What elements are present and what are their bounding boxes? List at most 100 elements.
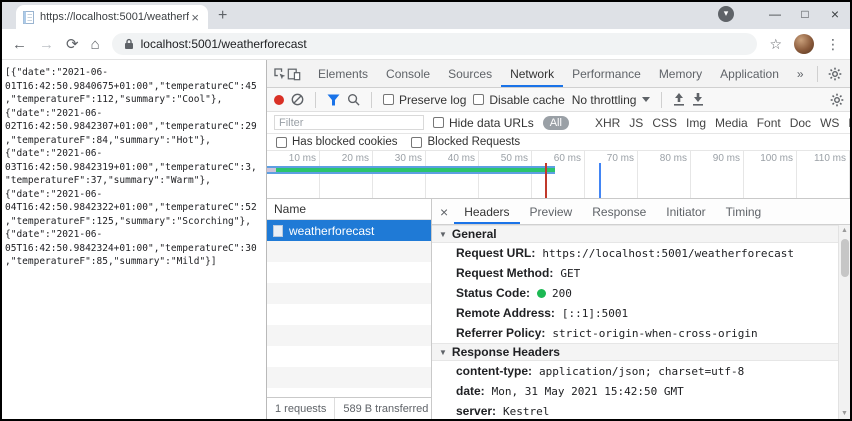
blocked-requests-checkbox[interactable]: Blocked Requests bbox=[411, 136, 520, 148]
tab-close-icon[interactable]: × bbox=[189, 10, 201, 25]
url-text: localhost:5001/weatherforecast bbox=[141, 37, 307, 51]
tab-application[interactable]: Application bbox=[711, 60, 788, 87]
request-rows: weatherforecast bbox=[267, 220, 431, 397]
hide-data-urls-checkbox[interactable]: Hide data URLs bbox=[433, 116, 534, 130]
address-bar[interactable]: localhost:5001/weatherforecast bbox=[112, 33, 758, 55]
general-section-header[interactable]: ▼ General bbox=[432, 225, 838, 243]
tab-timing[interactable]: Timing bbox=[716, 199, 772, 224]
tab-network[interactable]: Network bbox=[501, 60, 563, 87]
record-network-log-icon[interactable] bbox=[274, 95, 284, 105]
filter-type-css[interactable]: CSS bbox=[652, 116, 677, 130]
bookmark-star-icon[interactable]: ☆ bbox=[769, 36, 782, 53]
header-row-content-type: content-type: application/json; charset=… bbox=[432, 361, 838, 381]
filter-type-js[interactable]: JS bbox=[629, 116, 643, 130]
requests-count: 1 requests bbox=[267, 398, 335, 419]
network-status-bar: 1 requests 589 B transferred 49 bbox=[267, 397, 431, 419]
forward-icon[interactable]: → bbox=[39, 36, 54, 53]
network-settings-gear-icon[interactable] bbox=[830, 93, 844, 110]
chevron-down-icon bbox=[642, 97, 650, 102]
request-waterfall-bar bbox=[267, 166, 555, 174]
filter-input[interactable] bbox=[274, 115, 424, 130]
devtools-menu-icon[interactable]: ⋮ bbox=[848, 67, 852, 81]
browser-tab[interactable]: https://localhost:5001/weatherfo × bbox=[16, 5, 208, 29]
profile-avatar[interactable] bbox=[794, 34, 814, 54]
tab-preview[interactable]: Preview bbox=[520, 199, 583, 224]
header-row-request-method: Request Method: GET bbox=[432, 263, 838, 283]
devtools-settings-gear-icon[interactable] bbox=[824, 67, 846, 81]
checkbox-icon bbox=[433, 117, 444, 128]
timeline-tick: 50 ms bbox=[479, 151, 532, 198]
detail-scrollbar[interactable]: ▲ ▼ bbox=[838, 225, 850, 419]
import-har-icon[interactable] bbox=[673, 93, 685, 106]
filter-type-all[interactable]: All bbox=[543, 116, 569, 130]
search-icon[interactable] bbox=[347, 93, 360, 106]
timeline-tick: 10 ms bbox=[267, 151, 320, 198]
has-blocked-cookies-checkbox[interactable]: Has blocked cookies bbox=[276, 136, 397, 148]
filter-funnel-icon[interactable] bbox=[327, 94, 340, 106]
header-row-remote-address: Remote Address: [::1]:5001 bbox=[432, 303, 838, 323]
chrome-update-icon[interactable]: ▾ bbox=[718, 6, 734, 22]
lock-icon bbox=[124, 38, 134, 50]
timeline-tick: 100 ms bbox=[744, 151, 797, 198]
status-ok-dot-icon bbox=[537, 289, 546, 298]
name-column-header[interactable]: Name bbox=[267, 199, 431, 220]
close-button[interactable]: × bbox=[820, 6, 850, 22]
scroll-up-icon[interactable]: ▲ bbox=[841, 227, 848, 234]
header-row-date: date: Mon, 31 May 2021 15:42:50 GMT bbox=[432, 381, 838, 401]
filter-type-manifest[interactable]: Manifest bbox=[848, 116, 852, 130]
export-har-icon[interactable] bbox=[692, 93, 704, 106]
scrollbar-thumb[interactable] bbox=[841, 239, 849, 277]
checkbox-icon bbox=[411, 137, 422, 148]
request-list-panel: Name weatherforecast 1 requests 589 B tr… bbox=[267, 199, 432, 419]
transferred-size: 589 B transferred bbox=[335, 398, 431, 419]
filter-type-font[interactable]: Font bbox=[757, 116, 781, 130]
header-row-referrer-policy: Referrer Policy: strict-origin-when-cros… bbox=[432, 323, 838, 343]
tab-initiator[interactable]: Initiator bbox=[656, 199, 715, 224]
minimize-button[interactable]: — bbox=[760, 7, 790, 21]
devtools-panel: Elements Console Sources Network Perform… bbox=[267, 60, 850, 419]
request-row-weatherforecast[interactable]: weatherforecast bbox=[267, 220, 431, 241]
timeline-tick: 40 ms bbox=[426, 151, 479, 198]
checkbox-icon bbox=[383, 94, 394, 105]
response-headers-section-header[interactable]: ▼ Response Headers bbox=[432, 343, 838, 361]
json-response-text: [{"date":"2021-06- 01T16:42:50.9840675+0… bbox=[2, 60, 266, 269]
tab-response[interactable]: Response bbox=[582, 199, 656, 224]
filter-type-img[interactable]: Img bbox=[686, 116, 706, 130]
throttling-dropdown[interactable]: No throttling bbox=[572, 93, 651, 107]
new-tab-button[interactable]: + bbox=[218, 6, 227, 26]
network-overview-timeline[interactable]: 10 ms 20 ms 30 ms 40 ms 50 ms 60 ms 70 m… bbox=[267, 151, 850, 199]
tab-elements[interactable]: Elements bbox=[309, 60, 377, 87]
clear-network-log-icon[interactable] bbox=[291, 93, 304, 106]
inspect-element-icon[interactable] bbox=[273, 67, 287, 81]
header-row-server: server: Kestrel bbox=[432, 401, 838, 419]
tab-console[interactable]: Console bbox=[377, 60, 439, 87]
reload-icon[interactable]: ⟳ bbox=[66, 35, 79, 53]
back-icon[interactable]: ← bbox=[12, 36, 27, 53]
device-toolbar-icon[interactable] bbox=[287, 67, 301, 81]
close-detail-icon[interactable]: × bbox=[434, 204, 454, 220]
filter-type-media[interactable]: Media bbox=[715, 116, 748, 130]
filter-type-doc[interactable]: Doc bbox=[790, 116, 811, 130]
tab-sources[interactable]: Sources bbox=[439, 60, 501, 87]
disable-cache-checkbox[interactable]: Disable cache bbox=[473, 93, 564, 107]
filter-type-xhr[interactable]: XHR bbox=[595, 116, 620, 130]
tab-headers[interactable]: Headers bbox=[454, 199, 519, 224]
title-bar: https://localhost:5001/weatherfo × + ▾ —… bbox=[2, 2, 850, 29]
home-icon[interactable]: ⌂ bbox=[91, 36, 100, 53]
tab-performance[interactable]: Performance bbox=[563, 60, 650, 87]
maximize-button[interactable]: □ bbox=[790, 7, 820, 21]
filter-type-ws[interactable]: WS bbox=[820, 116, 839, 130]
checkbox-icon bbox=[473, 94, 484, 105]
tab-memory[interactable]: Memory bbox=[650, 60, 711, 87]
header-row-request-url: Request URL: https://localhost:5001/weat… bbox=[432, 243, 838, 263]
divider bbox=[315, 92, 316, 108]
browser-menu-icon[interactable]: ⋮ bbox=[826, 36, 840, 53]
more-tabs-icon[interactable]: » bbox=[788, 60, 813, 87]
collapse-triangle-icon: ▼ bbox=[439, 230, 447, 239]
preserve-log-checkbox[interactable]: Preserve log bbox=[383, 93, 466, 107]
tab-title: https://localhost:5001/weatherfo bbox=[40, 11, 189, 23]
network-toolbar: Preserve log Disable cache No throttling bbox=[267, 88, 850, 112]
header-row-status-code: Status Code: 200 bbox=[432, 283, 838, 303]
collapse-triangle-icon: ▼ bbox=[439, 348, 447, 357]
scroll-down-icon[interactable]: ▼ bbox=[841, 410, 848, 417]
